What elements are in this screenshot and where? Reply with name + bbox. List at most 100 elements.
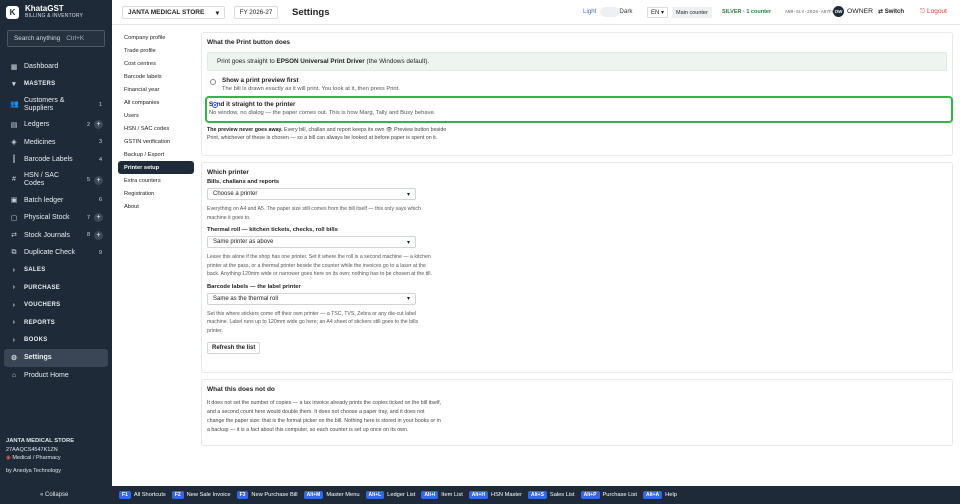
subnav-financial-year[interactable]: Financial year (118, 83, 194, 96)
section-heading: What this does not do (207, 386, 275, 393)
collapse-button[interactable]: « Collapse (40, 492, 68, 498)
shortcut-master-menu[interactable]: Alt+M Master Menu (303, 491, 360, 499)
shortcut-label: Sales List (549, 492, 575, 498)
firm-name: JANTA MEDICAL STORE (6, 438, 75, 444)
theme-light-label: Light (583, 8, 597, 15)
switch-icon: ⇄ (878, 9, 884, 15)
firm-info: JANTA MEDICAL STORE 27AAQCS4547K1ZN ◉ Me… (6, 437, 106, 475)
search-input[interactable]: Search anything Ctrl+K (7, 30, 105, 47)
sidebar-item-shortcut: 9 (98, 249, 102, 256)
sidebar-item-stock-journals[interactable]: ⇄ Stock Journals 8 + (4, 227, 108, 245)
sidebar-item-dashboard[interactable]: ▦ Dashboard (4, 58, 108, 76)
arrows-icon: ⇄ (11, 232, 17, 240)
sidebar-item-batch-ledger[interactable]: ▣ Batch ledger 6 (4, 192, 108, 210)
subnav-about[interactable]: About (118, 200, 194, 213)
option-send-straight[interactable]: Send it straight to the printer No windo… (205, 96, 953, 123)
add-ledger-button[interactable]: + (94, 120, 103, 130)
shortcut-purchase-list[interactable]: Alt+P Purchase List (580, 491, 637, 499)
thermal-printer-select[interactable]: Same printer as above ▾ (207, 236, 416, 248)
shortcut-ledger-list[interactable]: Alt+L Ledger List (365, 491, 415, 499)
subnav-cost-centres[interactable]: Cost centres (118, 57, 194, 70)
language-selector[interactable]: EN ▾ (647, 7, 669, 18)
chevron-down-icon: ▾ (215, 9, 219, 17)
counter-selector[interactable]: Main counter (672, 7, 712, 18)
barcode-printer-label: Barcode labels — the label printer (207, 283, 301, 290)
subnav-hsn-sac[interactable]: HSN / SAC codes (118, 122, 194, 135)
subnav-gstin-verification[interactable]: GSTIN verification (118, 135, 194, 148)
sidebar-item-hsn-sac[interactable]: # HSN / SAC Codes 5 + (4, 169, 108, 192)
shortcut-item-list[interactable]: Alt+I Item List (421, 491, 463, 499)
brand-logo: K (6, 5, 19, 19)
switch-button[interactable]: ⇄ Switch (878, 8, 904, 15)
sidebar-item-settings[interactable]: ⚙ Settings (4, 349, 108, 367)
shortcut-key: F1 (119, 491, 131, 499)
radio-button[interactable] (210, 79, 216, 85)
brand-tagline: BILLING & INVENTORY (25, 13, 84, 19)
sidebar-item-medicines[interactable]: ◈ Medicines 3 (4, 134, 108, 152)
sidebar-section-reports[interactable]: › REPORTS (4, 314, 108, 332)
subnav-extra-counters[interactable]: Extra counters (118, 174, 194, 187)
shortcut-help[interactable]: Alt+A Help (642, 491, 677, 499)
subnav-trade-profile[interactable]: Trade profile (118, 44, 194, 57)
shortcut-new-sale[interactable]: F2 New Sale Invoice (171, 491, 231, 499)
avatar: OW (833, 6, 844, 17)
shortcut-label: All Shortcuts (133, 492, 166, 498)
shortcut-sales-list[interactable]: Alt+S Sales List (527, 491, 575, 499)
subnav-printer-setup[interactable]: Printer setup (118, 161, 194, 174)
subnav-users[interactable]: Users (118, 109, 194, 122)
sidebar-section-books[interactable]: › BOOKS (4, 332, 108, 350)
theme-toggle[interactable] (600, 7, 620, 17)
duplicate-icon: ⧉ (11, 248, 17, 256)
option-subtitle: The bill is drawn exactly as it will pri… (222, 86, 400, 92)
add-stock-journal-button[interactable]: + (94, 230, 103, 240)
shortcut-hsn-master[interactable]: Alt+H HSN Master (468, 491, 522, 499)
sidebar-item-ledgers[interactable]: ▤ Ledgers 2 + (4, 116, 108, 134)
brand[interactable]: K KhataGST BILLING & INVENTORY (6, 4, 83, 20)
subnav-registration[interactable]: Registration (118, 187, 194, 200)
shortcut-new-purchase[interactable]: F3 New Purchase Bill (236, 491, 298, 499)
option-show-preview[interactable]: Show a print preview first The bill is d… (207, 77, 947, 93)
sidebar-section-sales[interactable]: › SALES (4, 262, 108, 280)
subnav-all-companies[interactable]: All companies (118, 96, 194, 109)
bills-printer-select[interactable]: Choose a printer ▾ (207, 188, 416, 200)
user-menu[interactable]: OW OWNER (833, 6, 873, 17)
financial-year-selector[interactable]: FY 2026-27 (234, 6, 278, 19)
barcode-icon: ║ (11, 156, 17, 164)
subnav-backup-export[interactable]: Backup / Export (118, 148, 194, 161)
sidebar-item-barcode-labels[interactable]: ║ Barcode Labels 4 (4, 151, 108, 169)
company-selector[interactable]: JANTA MEDICAL STORE ▾ (122, 6, 225, 19)
barcode-printer-select[interactable]: Same as the thermal roll ▾ (207, 292, 416, 305)
add-physical-stock-button[interactable]: + (94, 213, 103, 223)
chevron-right-icon: › (12, 284, 16, 292)
sidebar-item-shortcut: 5 (86, 177, 90, 183)
limitations-card: What this does not do It does not set th… (201, 379, 953, 446)
sidebar-item-duplicate-check[interactable]: ⧉ Duplicate Check 9 (4, 244, 108, 262)
subnav-barcode-labels[interactable]: Barcode labels (118, 70, 194, 83)
sidebar-item-label: Duplicate Check (24, 249, 75, 257)
barcode-printer-help: Set this where stickers come off their o… (207, 310, 419, 334)
gear-icon: ⚙ (10, 354, 18, 362)
subnav-company-profile[interactable]: Company profile (118, 31, 194, 44)
which-printer-card: Which printer Bills, challans and report… (201, 162, 953, 373)
sidebar-section-masters[interactable]: ▾ MASTERS (4, 76, 108, 94)
shortcut-key: Alt+L (365, 491, 385, 499)
logout-button[interactable]: ⎋ Logout (920, 8, 947, 16)
sidebar-item-product-home[interactable]: ⌂ Product Home (4, 367, 108, 385)
search-placeholder: Search anything (14, 35, 61, 42)
add-hsn-button[interactable]: + (94, 175, 103, 185)
sidebar-item-shortcut: 1 (98, 101, 102, 108)
shortcut-all[interactable]: F1 All Shortcuts (119, 491, 166, 499)
sidebar-item-customers-suppliers[interactable]: 👥 Customers & Suppliers 1 (4, 93, 108, 116)
refresh-printers-button[interactable]: Refresh the list (207, 342, 261, 354)
sidebar-item-physical-stock[interactable]: ▢ Physical Stock 7 + (4, 209, 108, 227)
dashboard-icon: ▦ (10, 63, 18, 71)
select-value: Choose a printer (213, 191, 258, 197)
shortcut-key: Alt+H (468, 491, 488, 499)
default-printer-banner: Print goes straight to EPSON Universal P… (207, 52, 947, 71)
sidebar-item-label: Dashboard (24, 63, 59, 71)
sidebar-item-shortcut: 6 (98, 197, 102, 204)
license-key: ANR-SLV-2026-A07F67 (785, 10, 838, 15)
sidebar-section-purchase[interactable]: › PURCHASE (4, 279, 108, 297)
radio-button-selected[interactable] (212, 102, 218, 108)
sidebar-section-vouchers[interactable]: › VOUCHERS (4, 297, 108, 315)
